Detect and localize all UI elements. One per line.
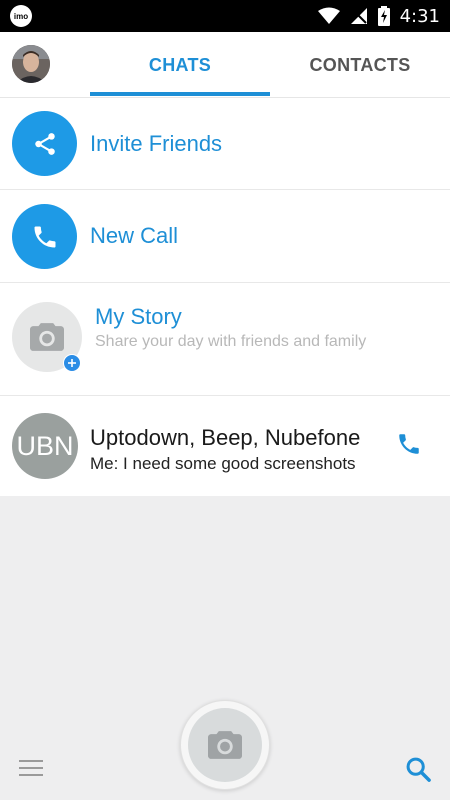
invite-friends-row[interactable]: Invite Friends — [0, 98, 450, 190]
imo-app-badge: imo — [10, 5, 32, 27]
wifi-icon — [317, 7, 340, 24]
search-button[interactable] — [404, 755, 432, 788]
phone-icon — [399, 434, 419, 454]
new-call-circle — [12, 204, 77, 269]
chat-row[interactable]: UBN Uptodown, Beep, Nubefone Me: I need … — [0, 396, 450, 496]
invite-circle — [12, 111, 77, 176]
invite-friends-label: Invite Friends — [90, 131, 223, 156]
new-call-label: New Call — [90, 223, 179, 248]
active-tab-indicator — [90, 92, 270, 96]
profile-photo-icon — [12, 45, 50, 83]
status-bar: imo 4:31 — [0, 0, 450, 32]
camera-button-inner — [188, 708, 262, 782]
tab-header: CHATS CONTACTS — [0, 32, 450, 98]
share-icon — [34, 132, 55, 155]
status-icons: 4:31 — [317, 5, 440, 27]
my-story-title: My Story — [95, 304, 182, 329]
plus-icon — [68, 359, 76, 367]
my-story-subtitle: Share your day with friends and family — [95, 333, 367, 350]
profile-avatar[interactable] — [12, 45, 50, 83]
chat-last-message: Me: I need some good screenshots — [90, 454, 356, 473]
camera-button[interactable] — [180, 700, 270, 790]
tab-chats[interactable]: CHATS — [90, 32, 270, 98]
menu-icon[interactable] — [19, 760, 43, 778]
clock: 4:31 — [399, 5, 440, 27]
camera-icon — [208, 731, 242, 759]
chat-title: Uptodown, Beep, Nubefone — [90, 425, 361, 450]
my-story-row[interactable]: My Story Share your day with friends and… — [0, 283, 450, 396]
search-icon — [406, 757, 431, 782]
phone-icon — [34, 226, 55, 247]
chat-list: Invite Friends New Call My Story Share y… — [0, 98, 450, 496]
no-signal-icon — [350, 8, 367, 24]
battery-charging-icon — [377, 6, 390, 26]
camera-icon — [30, 323, 64, 351]
chat-call-button[interactable] — [396, 431, 422, 462]
add-story-badge — [63, 354, 81, 372]
group-avatar: UBN — [12, 413, 78, 479]
new-call-row[interactable]: New Call — [0, 190, 450, 283]
tab-contacts[interactable]: CONTACTS — [270, 32, 450, 98]
